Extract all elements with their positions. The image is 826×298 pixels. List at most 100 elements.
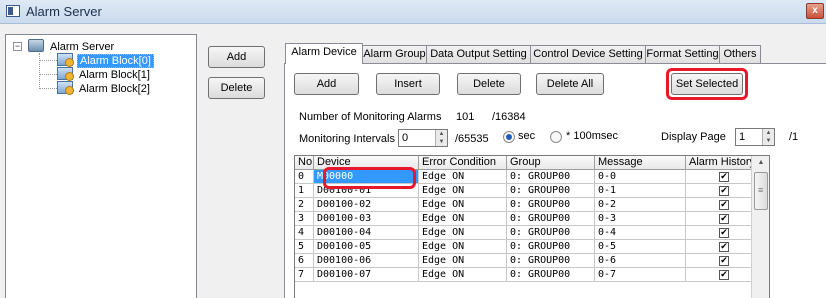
cell-device[interactable]: D00100-04 <box>314 226 419 240</box>
cell-message[interactable]: 0-0 <box>595 170 686 184</box>
cell-group[interactable]: 0: GROUP00 <box>507 254 595 268</box>
table-row[interactable]: 1 D00100-01 Edge ON 0: GROUP00 0-1 ✔ <box>295 184 752 198</box>
cell-device[interactable]: M00000 <box>314 170 419 184</box>
server-icon <box>28 39 44 52</box>
cell-device[interactable]: D00100-07 <box>314 268 419 282</box>
cell-no[interactable]: 3 <box>295 212 314 226</box>
cell-group[interactable]: 0: GROUP00 <box>507 198 595 212</box>
cell-message[interactable]: 0-7 <box>595 268 686 282</box>
table-row[interactable]: 7 D00100-07 Edge ON 0: GROUP00 0-7 ✔ <box>295 268 752 282</box>
tree-root-alarm-server[interactable]: Alarm Server <box>28 39 116 53</box>
col-header-no[interactable]: No. <box>295 156 314 170</box>
spin-up-icon[interactable]: ▲ <box>763 129 774 137</box>
table-row[interactable]: 0 M00000 Edge ON 0: GROUP00 0-0 ✔ <box>295 170 752 184</box>
cell-no[interactable]: 4 <box>295 226 314 240</box>
monitoring-interval-input[interactable]: 0 ▲ ▼ <box>398 129 448 147</box>
spin-down-icon[interactable]: ▼ <box>763 137 774 145</box>
cell-group[interactable]: 0: GROUP00 <box>507 226 595 240</box>
cell-no[interactable]: 0 <box>295 170 314 184</box>
cell-condition[interactable]: Edge ON <box>419 184 507 198</box>
tree-item-alarm-block-1[interactable]: Alarm Block[1] <box>57 67 152 81</box>
tree-connector <box>39 88 59 89</box>
table-row[interactable]: 4 D00100-04 Edge ON 0: GROUP00 0-4 ✔ <box>295 226 752 240</box>
cell-condition[interactable]: Edge ON <box>419 254 507 268</box>
close-button[interactable]: x <box>806 3 824 19</box>
tab-alarm-group[interactable]: Alarm Group <box>362 45 427 63</box>
insert-row-button[interactable]: Insert <box>376 73 440 95</box>
col-header-message[interactable]: Message <box>595 156 686 170</box>
grid-vertical-scrollbar[interactable]: ▲ <box>751 156 769 298</box>
cell-condition[interactable]: Edge ON <box>419 268 507 282</box>
cell-message[interactable]: 0-5 <box>595 240 686 254</box>
cell-device[interactable]: D00100-05 <box>314 240 419 254</box>
table-row[interactable]: 3 D00100-03 Edge ON 0: GROUP00 0-3 ✔ <box>295 212 752 226</box>
tab-others[interactable]: Others <box>719 45 761 63</box>
alarm-device-grid[interactable]: No. Device Error Condition Group Message… <box>294 155 770 298</box>
cell-condition[interactable]: Edge ON <box>419 240 507 254</box>
cell-message[interactable]: 0-3 <box>595 212 686 226</box>
col-header-device[interactable]: Device <box>314 156 419 170</box>
display-page-input[interactable]: 1 ▲ ▼ <box>735 128 775 146</box>
cell-no[interactable]: 6 <box>295 254 314 268</box>
cell-group[interactable]: 0: GROUP00 <box>507 268 595 282</box>
cell-condition[interactable]: Edge ON <box>419 212 507 226</box>
scroll-up-icon[interactable]: ▲ <box>752 156 769 170</box>
col-header-group[interactable]: Group <box>507 156 595 170</box>
unit-sec-radio[interactable] <box>503 131 515 143</box>
cell-condition[interactable]: Edge ON <box>419 170 507 184</box>
page-spin-buttons[interactable]: ▲ ▼ <box>762 129 774 145</box>
cell-device[interactable]: D00100-01 <box>314 184 419 198</box>
alarm-history-checkbox[interactable]: ✔ <box>719 214 729 224</box>
cell-message[interactable]: 0-1 <box>595 184 686 198</box>
cell-condition[interactable]: Edge ON <box>419 226 507 240</box>
tab-data-output-setting[interactable]: Data Output Setting <box>426 45 531 63</box>
alarm-history-checkbox[interactable]: ✔ <box>719 242 729 252</box>
tab-control-device-setting[interactable]: Control Device Setting <box>530 45 646 63</box>
table-row[interactable]: 6 D00100-06 Edge ON 0: GROUP00 0-6 ✔ <box>295 254 752 268</box>
alarm-block-tree[interactable]: − Alarm Server Alarm Block[0] Alarm Bloc… <box>5 34 197 298</box>
cell-group[interactable]: 0: GROUP00 <box>507 240 595 254</box>
cell-device[interactable]: D00100-02 <box>314 198 419 212</box>
alarm-history-checkbox[interactable]: ✔ <box>719 228 729 238</box>
cell-device[interactable]: D00100-06 <box>314 254 419 268</box>
tree-item-alarm-block-0[interactable]: Alarm Block[0] <box>57 53 154 68</box>
delete-all-button[interactable]: Delete All <box>536 73 604 95</box>
alarm-history-checkbox[interactable]: ✔ <box>719 186 729 196</box>
cell-no[interactable]: 2 <box>295 198 314 212</box>
interval-spin-buttons[interactable]: ▲ ▼ <box>435 130 447 146</box>
col-header-error-condition[interactable]: Error Condition <box>419 156 507 170</box>
tree-item-alarm-block-2[interactable]: Alarm Block[2] <box>57 81 152 95</box>
alarm-history-checkbox[interactable]: ✔ <box>719 200 729 210</box>
table-row[interactable]: 5 D00100-05 Edge ON 0: GROUP00 0-5 ✔ <box>295 240 752 254</box>
spin-up-icon[interactable]: ▲ <box>436 130 447 138</box>
tree-collapse-toggle[interactable]: − <box>13 42 22 51</box>
alarm-history-checkbox[interactable]: ✔ <box>719 270 729 280</box>
alarm-history-checkbox[interactable]: ✔ <box>719 172 729 182</box>
unit-100ms-radio[interactable] <box>550 131 562 143</box>
delete-row-button[interactable]: Delete <box>457 73 521 95</box>
add-row-button[interactable]: Add <box>294 73 359 95</box>
tab-alarm-device[interactable]: Alarm Device <box>285 43 363 64</box>
table-row[interactable]: 2 D00100-02 Edge ON 0: GROUP00 0-2 ✔ <box>295 198 752 212</box>
cell-no[interactable]: 7 <box>295 268 314 282</box>
cell-message[interactable]: 0-6 <box>595 254 686 268</box>
delete-block-button[interactable]: Delete <box>208 77 265 99</box>
cell-group[interactable]: 0: GROUP00 <box>507 212 595 226</box>
cell-group[interactable]: 0: GROUP00 <box>507 170 595 184</box>
cell-device[interactable]: D00100-03 <box>314 212 419 226</box>
cell-message[interactable]: 0-4 <box>595 226 686 240</box>
cell-condition[interactable]: Edge ON <box>419 198 507 212</box>
cell-message[interactable]: 0-2 <box>595 198 686 212</box>
set-selected-button[interactable]: Set Selected <box>671 73 743 95</box>
spin-down-icon[interactable]: ▼ <box>436 138 447 146</box>
cell-no[interactable]: 5 <box>295 240 314 254</box>
col-header-alarm-history[interactable]: Alarm History <box>686 156 752 170</box>
scroll-thumb[interactable] <box>754 172 768 210</box>
tab-format-setting[interactable]: Format Setting <box>645 45 720 63</box>
add-block-button[interactable]: Add <box>208 46 265 68</box>
alarm-history-checkbox[interactable]: ✔ <box>719 256 729 266</box>
cell-alarm-history: ✔ <box>686 198 752 212</box>
cell-no[interactable]: 1 <box>295 184 314 198</box>
cell-group[interactable]: 0: GROUP00 <box>507 184 595 198</box>
display-page-max: /1 <box>789 131 799 143</box>
